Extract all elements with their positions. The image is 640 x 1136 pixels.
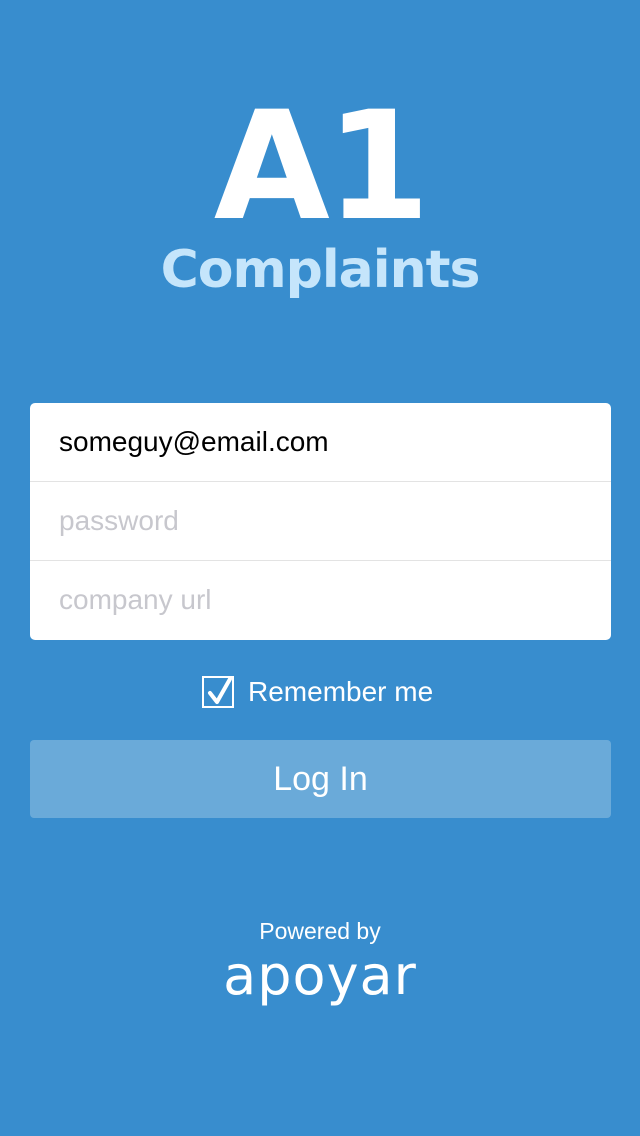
powered-by-label: Powered by — [259, 918, 381, 944]
app-logo-title: A1 — [213, 80, 430, 254]
email-row — [30, 403, 611, 482]
company-url-field[interactable] — [59, 561, 589, 639]
login-form — [30, 403, 611, 640]
password-row — [30, 482, 611, 561]
login-screen: A1 Complaints Remember me Log In Powered… — [0, 0, 640, 1136]
app-logo-subtitle: Complaints — [160, 240, 481, 300]
password-field[interactable] — [59, 482, 589, 560]
remember-me-label: Remember me — [248, 676, 434, 707]
apoyar-logo: apoyar — [223, 944, 417, 1007]
checkmark-icon — [208, 677, 232, 704]
remember-me-toggle[interactable]: Remember me — [202, 672, 433, 712]
company-url-row — [30, 561, 611, 640]
login-button[interactable]: Log In — [30, 740, 611, 818]
remember-me-checkbox[interactable] — [202, 676, 234, 708]
email-field[interactable] — [59, 403, 589, 481]
